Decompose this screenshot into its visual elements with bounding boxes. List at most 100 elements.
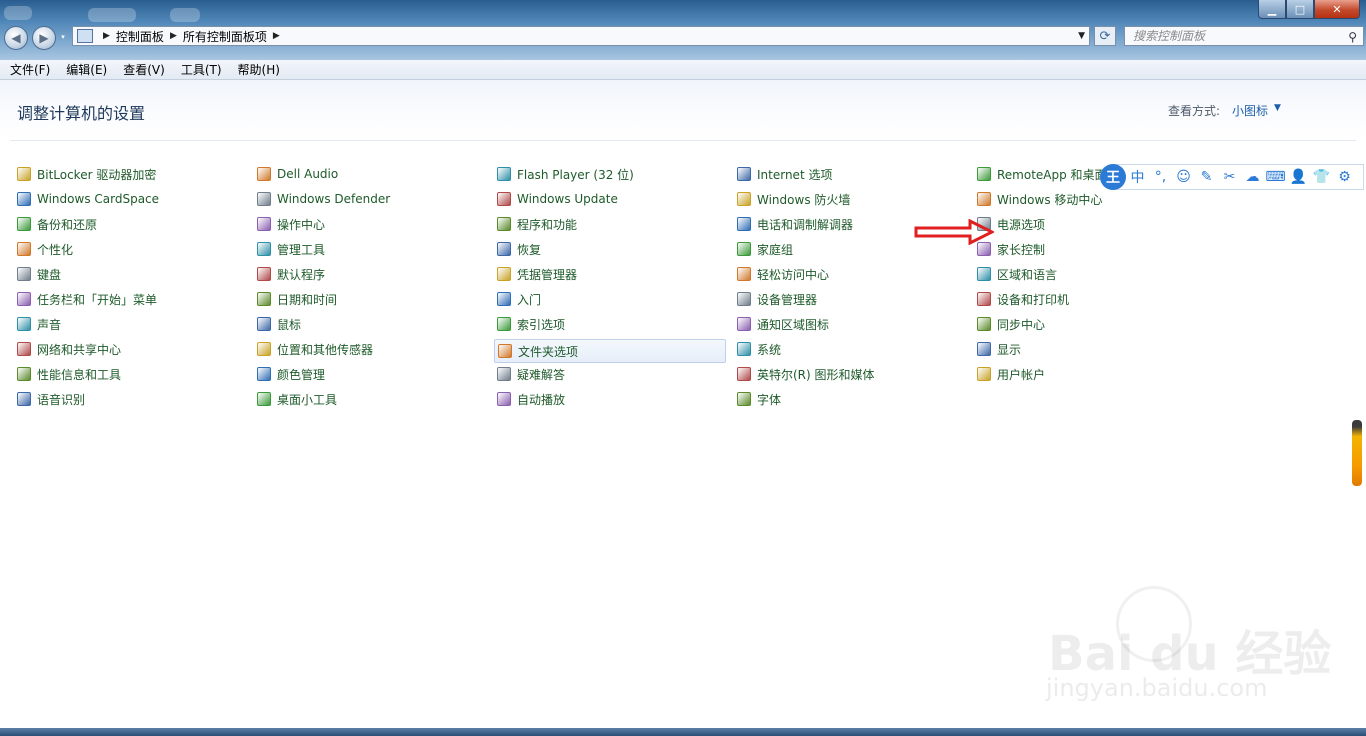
address-bar[interactable]: ▶ 控制面板 ▶ 所有控制面板项 ▶ ▼: [72, 26, 1090, 46]
control-panel-item[interactable]: 操作中心: [257, 214, 325, 234]
control-panel-item[interactable]: 声音: [17, 314, 61, 334]
control-panel-item[interactable]: 颜色管理: [257, 364, 325, 384]
control-panel-item[interactable]: 鼠标: [257, 314, 301, 334]
control-panel-item[interactable]: 自动播放: [497, 389, 565, 409]
control-panel-item[interactable]: Flash Player (32 位): [497, 164, 634, 184]
control-panel-item-label: Windows 防火墙: [757, 192, 851, 207]
ime-keyboard-icon[interactable]: ⌨: [1264, 169, 1287, 185]
control-panel-item[interactable]: Windows CardSpace: [17, 189, 159, 209]
control-panel-item-icon: [257, 192, 271, 206]
menu-edit[interactable]: 编辑(E): [66, 61, 107, 78]
ime-scissors-icon[interactable]: ✂: [1218, 169, 1241, 185]
control-panel-item[interactable]: 备份和还原: [17, 214, 97, 234]
taskbar: [0, 728, 1366, 736]
breadcrumb-separator[interactable]: ▶: [103, 31, 110, 41]
menu-file[interactable]: 文件(F): [10, 61, 50, 78]
menu-help[interactable]: 帮助(H): [238, 61, 280, 78]
control-panel-item[interactable]: Dell Audio: [257, 164, 338, 184]
control-panel-item[interactable]: 凭据管理器: [497, 264, 577, 284]
control-panel-item[interactable]: 恢复: [497, 239, 541, 259]
ime-settings-icon[interactable]: ⚙: [1333, 169, 1356, 185]
forward-button[interactable]: ▶: [32, 26, 56, 50]
ime-logo-icon[interactable]: 王: [1100, 164, 1126, 190]
control-panel-item[interactable]: 键盘: [17, 264, 61, 284]
control-panel-item-icon: [17, 342, 31, 356]
scrollbar-thumb[interactable]: [1352, 420, 1362, 486]
control-panel-item[interactable]: 设备和打印机: [977, 289, 1069, 309]
control-panel-item[interactable]: 日期和时间: [257, 289, 337, 309]
search-icon[interactable]: ⚲: [1348, 28, 1357, 46]
control-panel-item[interactable]: 程序和功能: [497, 214, 577, 234]
control-panel-item[interactable]: 默认程序: [257, 264, 325, 284]
recent-pages-dropdown[interactable]: ▾: [58, 32, 68, 42]
control-panel-item[interactable]: 字体: [737, 389, 781, 409]
control-panel-item[interactable]: 区域和语言: [977, 264, 1057, 284]
control-panel-item[interactable]: 索引选项: [497, 314, 565, 334]
ime-emoji-icon[interactable]: ☺: [1172, 169, 1195, 185]
breadcrumb-separator[interactable]: ▶: [273, 31, 280, 41]
control-panel-item[interactable]: 英特尔(R) 图形和媒体: [737, 364, 875, 384]
control-panel-item[interactable]: 显示: [977, 339, 1021, 359]
control-panel-item[interactable]: 个性化: [17, 239, 73, 259]
control-panel-item[interactable]: Windows Update: [497, 189, 618, 209]
maximize-button[interactable]: □: [1286, 0, 1314, 19]
close-button[interactable]: ✕: [1314, 0, 1360, 19]
breadcrumb-all-items[interactable]: 所有控制面板项: [183, 28, 267, 45]
ime-skin-icon[interactable]: 👕: [1310, 169, 1333, 185]
ime-cloud-icon[interactable]: ☁: [1241, 169, 1264, 185]
control-panel-item-label: 索引选项: [517, 317, 566, 332]
control-panel-item-label: 设备管理器: [757, 292, 818, 307]
chevron-down-icon[interactable]: ▼: [1274, 103, 1281, 113]
control-panel-item[interactable]: 家庭组: [737, 239, 793, 259]
control-panel-item-icon: [498, 344, 512, 358]
control-panel-item-icon: [17, 292, 31, 306]
control-panel-item-icon: [497, 317, 511, 331]
menu-view[interactable]: 查看(V): [123, 61, 165, 78]
control-panel-item[interactable]: Windows 移动中心: [977, 189, 1102, 209]
control-panel-item[interactable]: 系统: [737, 339, 781, 359]
breadcrumb-control-panel[interactable]: 控制面板: [116, 28, 164, 45]
control-panel-item[interactable]: 设备管理器: [737, 289, 817, 309]
control-panel-item[interactable]: 通知区域图标: [737, 314, 829, 334]
control-panel-item[interactable]: 电话和调制解调器: [737, 214, 853, 234]
control-panel-item[interactable]: 文件夹选项: [494, 339, 726, 363]
control-panel-item[interactable]: 桌面小工具: [257, 389, 337, 409]
control-panel-item[interactable]: 同步中心: [977, 314, 1045, 334]
view-by-dropdown[interactable]: 小图标: [1232, 102, 1268, 119]
control-panel-item-icon: [17, 267, 31, 281]
ime-user-icon[interactable]: 👤: [1287, 169, 1310, 185]
control-panel-item-label: 默认程序: [277, 267, 326, 282]
control-panel-item[interactable]: RemoteApp 和桌面: [977, 164, 1107, 184]
control-panel-item[interactable]: 疑难解答: [497, 364, 565, 384]
menu-tools[interactable]: 工具(T): [181, 61, 222, 78]
ime-punctuation-icon[interactable]: °,: [1149, 169, 1172, 185]
control-panel-item[interactable]: 网络和共享中心: [17, 339, 121, 359]
control-panel-item[interactable]: 用户帐户: [977, 364, 1045, 384]
control-panel-item[interactable]: BitLocker 驱动器加密: [17, 164, 156, 184]
address-dropdown-icon[interactable]: ▼: [1078, 31, 1085, 41]
control-panel-item[interactable]: 任务栏和「开始」菜单: [17, 289, 157, 309]
control-panel-item[interactable]: 性能信息和工具: [17, 364, 121, 384]
control-panel-item-icon: [257, 167, 271, 181]
control-panel-item[interactable]: Internet 选项: [737, 164, 832, 184]
control-panel-item-icon: [737, 167, 751, 181]
view-by-label: 查看方式:: [1168, 104, 1221, 118]
control-panel-item-icon: [977, 267, 991, 281]
control-panel-item[interactable]: 位置和其他传感器: [257, 339, 373, 359]
ime-chinese-mode-button[interactable]: 中: [1126, 167, 1149, 187]
control-panel-item[interactable]: 轻松访问中心: [737, 264, 829, 284]
minimize-button[interactable]: ▁: [1258, 0, 1286, 19]
refresh-button[interactable]: ⟳: [1094, 26, 1116, 46]
control-panel-item[interactable]: 管理工具: [257, 239, 325, 259]
control-panel-item-icon: [17, 242, 31, 256]
control-panel-item[interactable]: 入门: [497, 289, 541, 309]
control-panel-item-label: 备份和还原: [37, 217, 98, 232]
breadcrumb-separator[interactable]: ▶: [170, 31, 177, 41]
back-button[interactable]: ◀: [4, 26, 28, 50]
control-panel-item[interactable]: Windows 防火墙: [737, 189, 850, 209]
search-input[interactable]: 搜索控制面板 ⚲: [1124, 26, 1364, 46]
control-panel-item[interactable]: 语音识别: [17, 389, 85, 409]
control-panel-item[interactable]: Windows Defender: [257, 189, 390, 209]
control-panel-item-icon: [737, 292, 751, 306]
ime-handwriting-icon[interactable]: ✎: [1195, 169, 1218, 185]
